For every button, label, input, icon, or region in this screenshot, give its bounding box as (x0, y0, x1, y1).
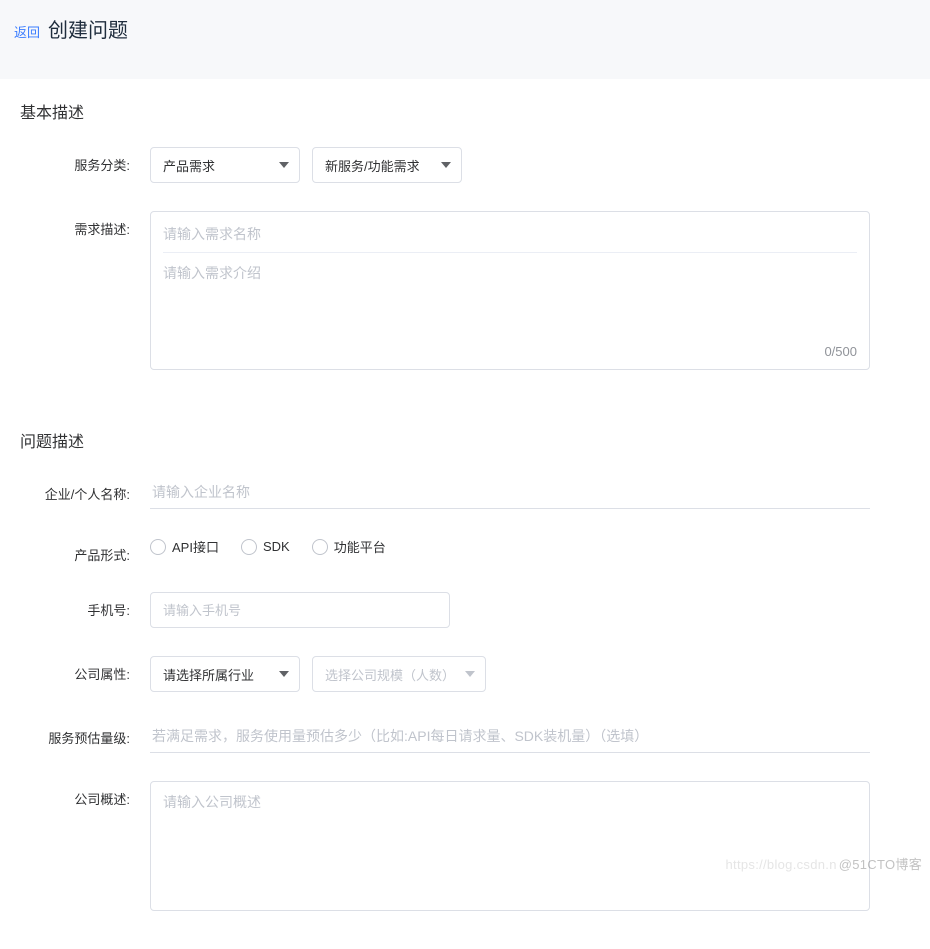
radio-sdk[interactable]: SDK (241, 539, 290, 555)
radio-api[interactable]: API接口 (150, 537, 219, 556)
section-basic-title: 基本描述 (20, 99, 910, 123)
select-company-size[interactable]: 选择公司规模（人数） (312, 656, 486, 692)
radio-icon (241, 539, 257, 555)
label-org-name: 企业/个人名称: (20, 476, 150, 503)
label-requirement-desc: 需求描述: (20, 211, 150, 238)
radio-icon (150, 539, 166, 555)
section-issue-title: 问题描述 (20, 428, 910, 452)
org-name-input[interactable] (150, 476, 870, 509)
radio-sdk-label: SDK (263, 539, 290, 554)
chevron-down-icon (279, 162, 289, 168)
radio-api-label: API接口 (172, 537, 219, 556)
radio-platform-label: 功能平台 (334, 537, 386, 556)
label-service-estimate: 服务预估量级: (20, 720, 150, 747)
page-header: 返回 创建问题 (0, 0, 930, 79)
row-service-estimate: 服务预估量级: (20, 720, 910, 753)
row-org-name: 企业/个人名称: (20, 476, 910, 509)
row-company-attr: 公司属性: 请选择所属行业 选择公司规模（人数） (20, 656, 910, 692)
select-service-category[interactable]: 产品需求 (150, 147, 300, 183)
label-phone: 手机号: (20, 592, 150, 619)
select-service-category-value: 产品需求 (163, 156, 215, 175)
row-phone: 手机号: (20, 592, 910, 628)
company-overview-textarea[interactable] (150, 781, 870, 911)
chevron-down-icon (279, 671, 289, 677)
requirement-title-input[interactable] (163, 222, 857, 253)
requirement-textbox: 0/500 (150, 211, 870, 370)
label-company-attr: 公司属性: (20, 656, 150, 683)
char-counter: 0/500 (163, 336, 857, 359)
select-service-subcategory-value: 新服务/功能需求 (325, 156, 420, 175)
row-product-form: 产品形式: API接口 SDK 功能平台 (20, 537, 910, 564)
chevron-down-icon (441, 162, 451, 168)
select-service-subcategory[interactable]: 新服务/功能需求 (312, 147, 462, 183)
label-company-overview: 公司概述: (20, 781, 150, 808)
section-basic: 基本描述 服务分类: 产品需求 新服务/功能需求 需求描述: 0/500 (0, 79, 930, 408)
row-service-class: 服务分类: 产品需求 新服务/功能需求 (20, 147, 910, 183)
select-industry[interactable]: 请选择所属行业 (150, 656, 300, 692)
product-form-radio-group: API接口 SDK 功能平台 (150, 537, 386, 556)
radio-platform[interactable]: 功能平台 (312, 537, 386, 556)
label-product-form: 产品形式: (20, 537, 150, 564)
chevron-down-icon (465, 671, 475, 677)
page-title: 创建问题 (48, 14, 128, 43)
section-issue: 问题描述 企业/个人名称: 产品形式: API接口 SDK 功能平台 (0, 408, 930, 949)
service-estimate-input[interactable] (150, 720, 870, 753)
row-requirement-desc: 需求描述: 0/500 (20, 211, 910, 370)
back-link[interactable]: 返回 (14, 22, 40, 41)
select-industry-value: 请选择所属行业 (163, 665, 254, 684)
label-service-class: 服务分类: (20, 147, 150, 174)
phone-input[interactable] (150, 592, 450, 628)
select-company-size-placeholder: 选择公司规模（人数） (325, 665, 455, 684)
radio-icon (312, 539, 328, 555)
row-company-overview: 公司概述: (20, 781, 910, 911)
requirement-body-textarea[interactable] (163, 253, 857, 333)
